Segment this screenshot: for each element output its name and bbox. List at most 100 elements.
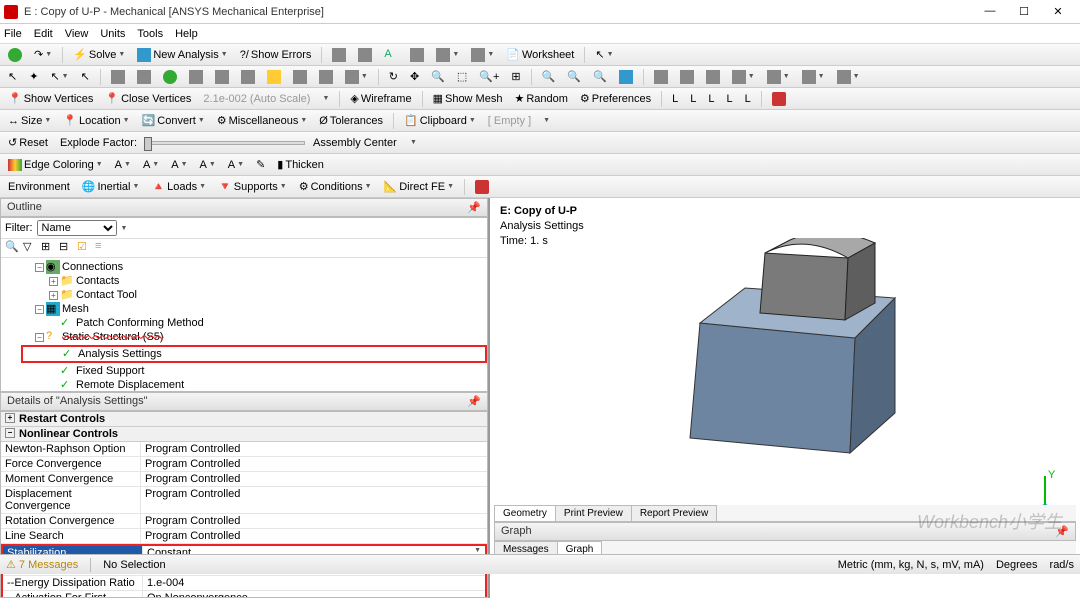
- ot-1[interactable]: 🔍: [5, 240, 21, 256]
- view-5[interactable]: 🔍+: [475, 69, 503, 84]
- inertial-button[interactable]: 🌐 Inertial ▼: [78, 179, 144, 194]
- pointer-button[interactable]: ↖▼: [591, 47, 617, 62]
- maximize-button[interactable]: ☐: [1014, 5, 1034, 18]
- menu-view[interactable]: View: [65, 28, 89, 40]
- view-mode-3[interactable]: [702, 69, 724, 85]
- ot-6[interactable]: ≡: [95, 240, 111, 256]
- tree-fixed-support[interactable]: ✓Fixed Support: [21, 364, 487, 378]
- iso-button[interactable]: [615, 69, 637, 85]
- location-button[interactable]: 📍 Location ▼: [59, 113, 133, 128]
- sel-7[interactable]: [263, 69, 285, 85]
- detail-row[interactable]: Line SearchProgram Controlled: [1, 529, 487, 544]
- filter-select[interactable]: Name: [37, 220, 117, 236]
- disp-1[interactable]: L: [668, 92, 682, 106]
- show-mesh-button[interactable]: ▦ Show Mesh: [429, 91, 507, 106]
- outline-pin-icon[interactable]: 📌: [467, 201, 481, 214]
- tree-connections[interactable]: −◉Connections: [21, 260, 487, 274]
- zoom-3[interactable]: 🔍: [589, 69, 611, 84]
- minimize-button[interactable]: —: [980, 5, 1000, 18]
- ot-3[interactable]: ⊞: [41, 240, 57, 256]
- preferences-button[interactable]: ⚙ Preferences: [576, 91, 655, 106]
- e3[interactable]: A ▼: [167, 158, 191, 172]
- convert-button[interactable]: 🔄 Convert ▼: [138, 113, 209, 128]
- conditions-button[interactable]: ⚙ Conditions ▼: [295, 179, 376, 194]
- view-mode-6[interactable]: ▼: [798, 69, 829, 85]
- disp-5[interactable]: L: [741, 92, 755, 106]
- tree-analysis-settings[interactable]: ✓Analysis Settings: [21, 345, 487, 363]
- worksheet-button[interactable]: 📄Worksheet: [502, 47, 578, 62]
- direct-fe-button[interactable]: 📐 Direct FE ▼: [380, 179, 458, 194]
- clipboard-drop[interactable]: ▼: [539, 116, 554, 125]
- assembly-center-dropdown[interactable]: Assembly Center ▼: [309, 136, 421, 150]
- view-mode-1[interactable]: [650, 69, 672, 85]
- tree-remote-displacement[interactable]: ✓Remote Displacement: [21, 378, 487, 392]
- reset-button[interactable]: ↺ Reset: [4, 135, 52, 150]
- ot-2[interactable]: ▽: [23, 240, 39, 256]
- check-button[interactable]: [4, 47, 26, 63]
- tree-contacts[interactable]: +📁Contacts: [21, 274, 487, 288]
- tree-mesh[interactable]: −▦Mesh: [21, 302, 487, 316]
- menu-units[interactable]: Units: [100, 28, 125, 40]
- zoom-2[interactable]: 🔍: [563, 69, 585, 84]
- supports-button[interactable]: 🔻 Supports ▼: [214, 179, 291, 194]
- tb-icon-5[interactable]: ▼: [432, 47, 463, 63]
- menu-edit[interactable]: Edit: [34, 28, 53, 40]
- view-2[interactable]: ✥: [406, 69, 423, 84]
- sel-4[interactable]: ↖: [77, 69, 94, 84]
- section-restart[interactable]: +Restart Controls: [1, 412, 487, 427]
- detail-row[interactable]: Displacement ConvergenceProgram Controll…: [1, 487, 487, 514]
- detail-row[interactable]: Newton-Raphson OptionProgram Controlled: [1, 442, 487, 457]
- e5[interactable]: A ▼: [224, 158, 248, 172]
- wireframe-button[interactable]: ◈ Wireframe: [346, 91, 415, 106]
- view-mode-4[interactable]: ▼: [728, 69, 759, 85]
- view-6[interactable]: ⊞: [507, 69, 524, 84]
- tree-static-structural[interactable]: −?Static Structural (S5): [21, 330, 487, 344]
- env-extra[interactable]: [471, 179, 493, 195]
- size-button[interactable]: ↔ Size ▼: [4, 114, 55, 128]
- detail-row[interactable]: Force ConvergenceProgram Controlled: [1, 457, 487, 472]
- viewport-3d[interactable]: E: Copy of U-P Analysis Settings Time: 1…: [490, 198, 1080, 598]
- detail-row[interactable]: --Activation For First SubstepOn Nonconv…: [3, 591, 485, 597]
- disp-3[interactable]: L: [704, 92, 718, 106]
- section-nonlinear[interactable]: −Nonlinear Controls: [1, 427, 487, 442]
- detail-row[interactable]: --Energy Dissipation Ratio1.e-004: [3, 576, 485, 591]
- ot-4[interactable]: ⊟: [59, 240, 75, 256]
- arrow-button[interactable]: ↷▼: [30, 47, 56, 62]
- sel-face[interactable]: [159, 69, 181, 85]
- sel-6[interactable]: [237, 69, 259, 85]
- view-mode-7[interactable]: ▼: [833, 69, 864, 85]
- sel-body[interactable]: [185, 69, 207, 85]
- loads-button[interactable]: 🔺 Loads ▼: [147, 179, 210, 194]
- e2[interactable]: A ▼: [139, 158, 163, 172]
- sel-10[interactable]: ▼: [341, 69, 372, 85]
- sel-8[interactable]: [289, 69, 311, 85]
- detail-row[interactable]: Moment ConvergenceProgram Controlled: [1, 472, 487, 487]
- menu-help[interactable]: Help: [175, 28, 198, 40]
- misc-button[interactable]: ⚙ Miscellaneous ▼: [213, 113, 312, 128]
- disp-2[interactable]: L: [686, 92, 700, 106]
- solve-button[interactable]: ⚡Solve ▼: [69, 47, 129, 62]
- tb-icon-6[interactable]: ▼: [467, 47, 498, 63]
- tab-geometry[interactable]: Geometry: [494, 505, 556, 521]
- zoom-1[interactable]: 🔍: [538, 69, 560, 84]
- sel-2[interactable]: ✦: [25, 69, 42, 84]
- sel-5[interactable]: [211, 69, 233, 85]
- auto-scale-drop[interactable]: ▼: [318, 94, 333, 103]
- status-messages[interactable]: ⚠ 7 Messages: [6, 558, 78, 571]
- show-errors-button[interactable]: ?/ Show Errors: [236, 48, 316, 62]
- graph-pin-icon[interactable]: 📌: [1055, 525, 1069, 538]
- tab-print-preview[interactable]: Print Preview: [555, 505, 632, 521]
- details-pin-icon[interactable]: 📌: [467, 395, 481, 408]
- e6[interactable]: ✎: [252, 157, 269, 172]
- tb-icon-4[interactable]: [406, 47, 428, 63]
- tb-icon-2[interactable]: [354, 47, 376, 63]
- sel-1[interactable]: ↖: [4, 69, 21, 84]
- sel-3[interactable]: ↖▼: [46, 69, 72, 84]
- sel-edge[interactable]: [133, 69, 155, 85]
- e1[interactable]: A ▼: [111, 158, 135, 172]
- sel-vertex[interactable]: [107, 69, 129, 85]
- view-mode-2[interactable]: [676, 69, 698, 85]
- view-mode-5[interactable]: ▼: [763, 69, 794, 85]
- ot-5[interactable]: ☑: [77, 240, 93, 256]
- menu-file[interactable]: File: [4, 28, 22, 40]
